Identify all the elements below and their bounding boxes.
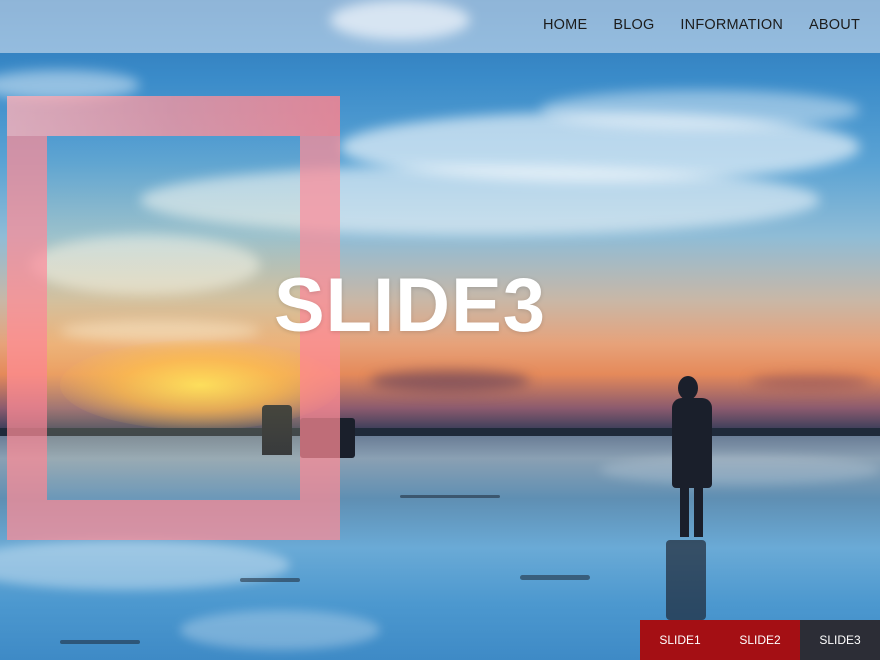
nav-blog[interactable]: BLOG [613,17,654,33]
child-leg [694,485,703,537]
cloud [370,370,530,392]
pager-tab-slide1[interactable]: SLIDE1 [640,620,720,660]
pager-tab-slide3[interactable]: SLIDE3 [800,620,880,660]
water-reflection [600,455,880,485]
child-reflection [666,540,706,620]
header-bar: HOME BLOG INFORMATION ABOUT [0,0,880,53]
water-spot [520,575,590,580]
child-body [672,398,712,488]
nav-information[interactable]: INFORMATION [680,17,783,33]
slide-pager: SLIDE1 SLIDE2 SLIDE3 [640,620,880,660]
water-reflection [180,610,380,650]
main-nav: HOME BLOG INFORMATION ABOUT [543,0,860,50]
child-leg [680,485,689,537]
frame-glare [7,96,340,136]
cloud [750,375,870,389]
water-spot [60,640,140,644]
water-spot [240,578,300,582]
slide-title: SLIDE3 [273,263,547,348]
child-head [678,376,698,400]
nav-home[interactable]: HOME [543,17,587,33]
water-spot [400,495,500,498]
pager-tab-slide2[interactable]: SLIDE2 [720,620,800,660]
nav-about[interactable]: ABOUT [809,17,860,33]
cloud [540,90,860,130]
